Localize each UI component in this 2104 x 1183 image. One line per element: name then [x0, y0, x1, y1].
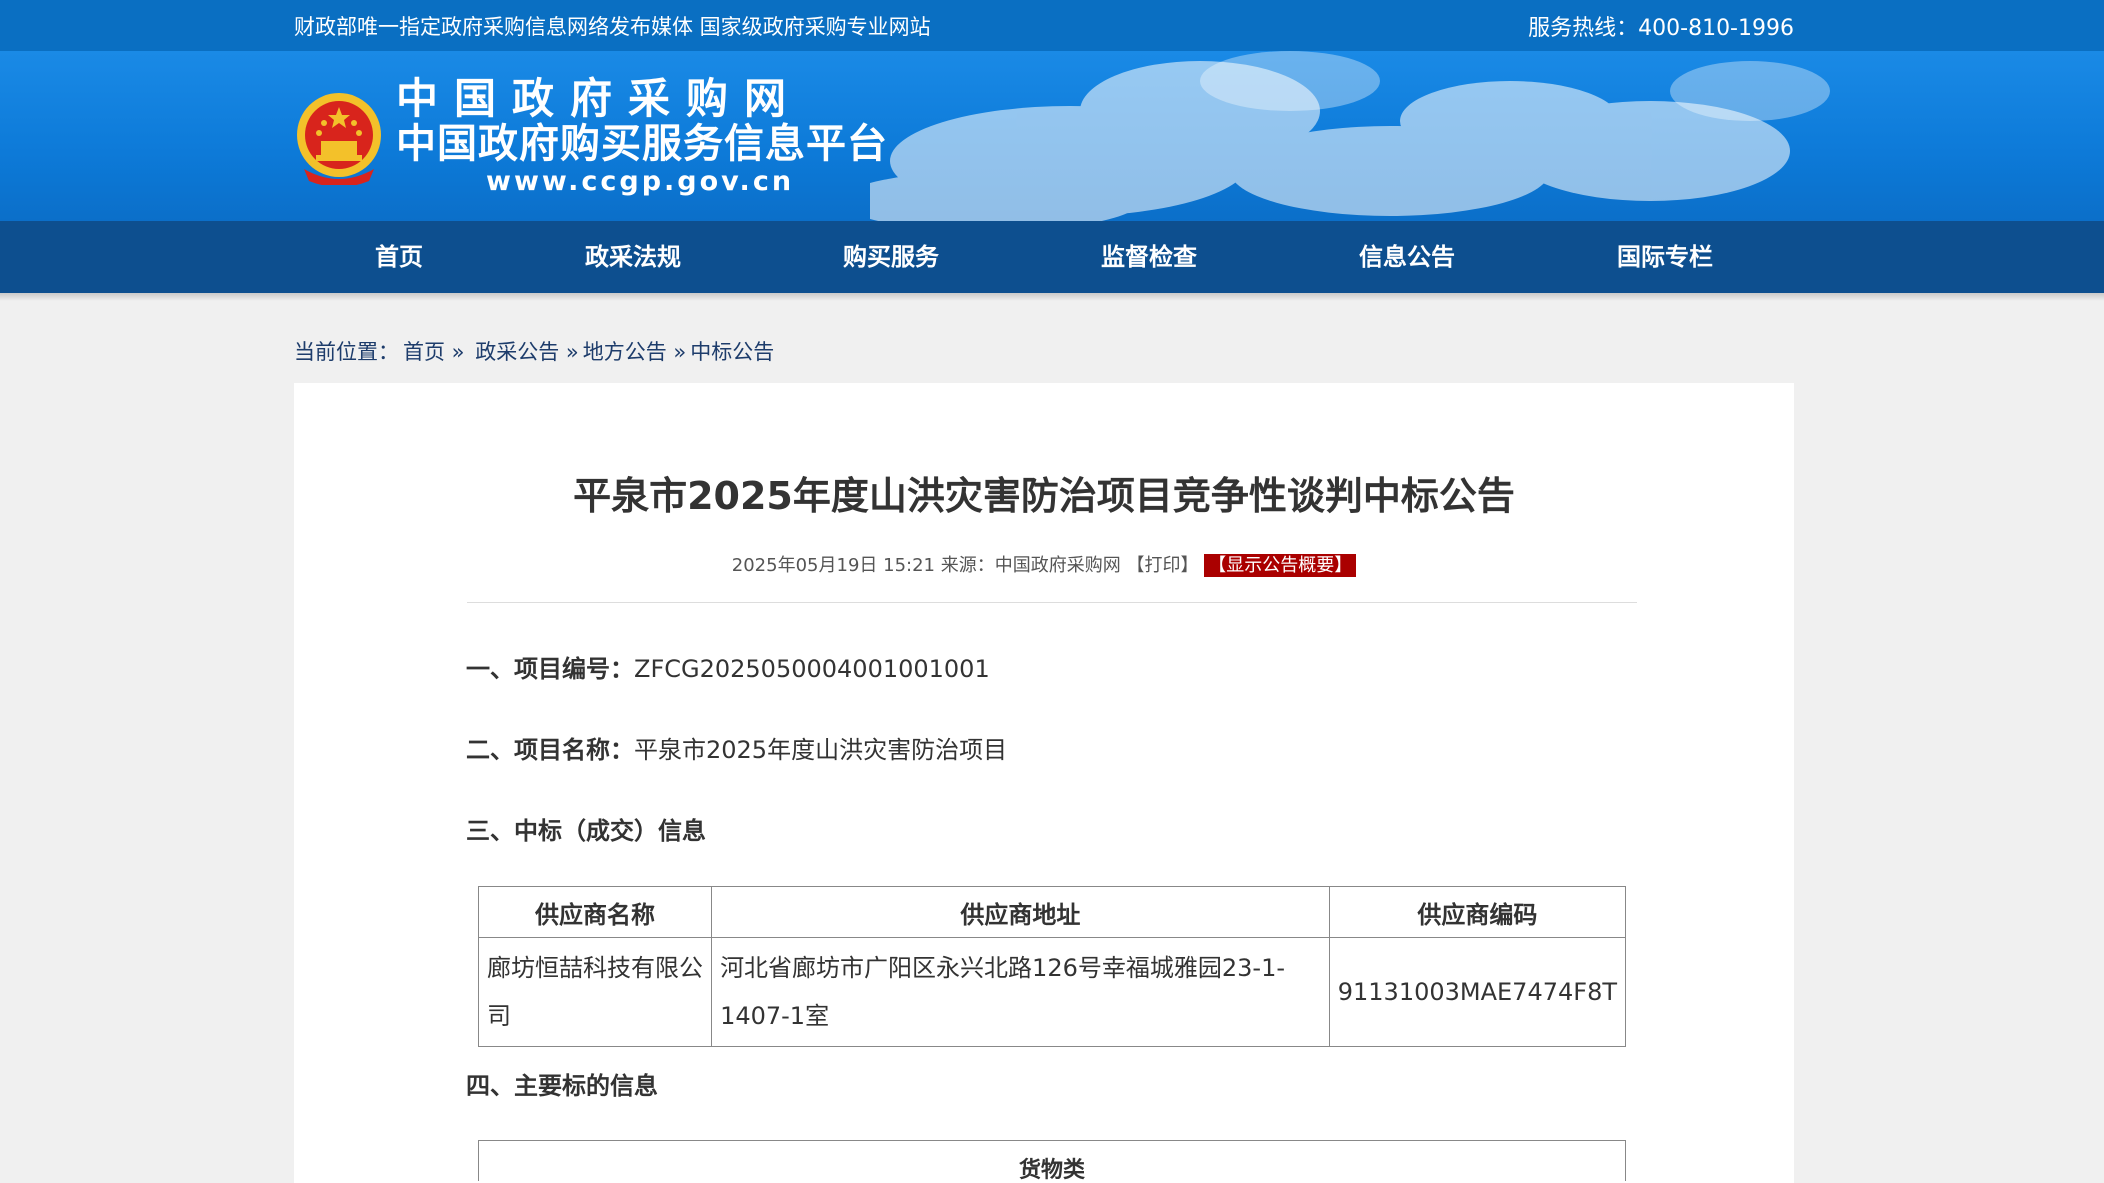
supplier-address: 河北省廊坊市广阳区永兴北路126号幸福城雅园23-1-1407-1室 [711, 937, 1330, 1047]
nav-item-home[interactable]: 首页 [294, 221, 504, 293]
nav-item-announcements[interactable]: 信息公告 [1278, 221, 1536, 293]
nav-item-supervision[interactable]: 监督检查 [1020, 221, 1278, 293]
breadcrumb-prefix: 当前位置： [294, 340, 399, 364]
article-container: 平泉市2025年度山洪灾害防治项目竞争性谈判中标公告 2025年05月19日 1… [294, 383, 1794, 1183]
table-header: 供应商编码 [1328, 886, 1627, 938]
project-number-value: ZFCG2025050004001001001 [634, 655, 990, 683]
service-hotline: 服务热线：400-810-1996 [1528, 15, 1794, 41]
site-slogan: 财政部唯一指定政府采购信息网络发布媒体 国家级政府采购专业网站 [294, 14, 931, 39]
publish-date: 2025年05月19日 15:21 [731, 555, 935, 576]
project-name: 二、项目名称：平泉市2025年度山洪灾害防治项目 [466, 730, 1007, 765]
nav-item-regulations[interactable]: 政采法规 [504, 221, 762, 293]
award-info-heading: 三、中标（成交）信息 [466, 811, 706, 846]
supplier-table: 供应商名称 供应商地址 供应商编码 廊坊恒喆科技有限公司 河北省廊坊市广阳区永兴… [477, 886, 1627, 1047]
table-header: 供应商名称 [477, 886, 713, 938]
site-logo[interactable]: 中国政府采购网 中国政府购买服务信息平台 www.ccgp.gov.cn [294, 76, 888, 198]
site-banner: 中国政府采购网 中国政府购买服务信息平台 www.ccgp.gov.cn [0, 51, 2104, 221]
main-nav: 首页 政采法规 购买服务 监督检查 信息公告 国际专栏 [0, 221, 2104, 293]
divider [467, 602, 1637, 603]
national-emblem-icon [297, 93, 381, 185]
show-summary-button[interactable]: 【显示公告概要】 [1204, 554, 1357, 577]
supplier-name: 廊坊恒喆科技有限公司 [477, 937, 713, 1047]
article-source: 来源：中国政府采购网 [940, 555, 1121, 576]
project-name-label: 二、项目名称： [466, 736, 634, 764]
table-row: 廊坊恒喆科技有限公司 河北省廊坊市广阳区永兴北路126号幸福城雅园23-1-14… [477, 937, 1627, 1047]
logo-title-2: 中国政府购买服务信息平台 [396, 121, 888, 167]
breadcrumb-award-notices[interactable]: 中标公告 [690, 340, 774, 364]
project-number: 一、项目编号：ZFCG2025050004001001001 [466, 649, 990, 684]
table-header: 供应商地址 [711, 886, 1330, 938]
goods-table: 货物类 [478, 1140, 1626, 1181]
breadcrumb-notices[interactable]: 政采公告 » [475, 340, 579, 364]
breadcrumb: 当前位置： 首页 » 政采公告 » 地方公告 » 中标公告 [294, 336, 778, 366]
print-link[interactable]: 【打印】 [1126, 555, 1198, 576]
nav-item-international[interactable]: 国际专栏 [1536, 221, 1794, 293]
project-number-label: 一、项目编号： [466, 655, 634, 683]
logo-url: www.ccgp.gov.cn [486, 166, 795, 197]
nav-item-purchase-services[interactable]: 购买服务 [762, 221, 1020, 293]
award-info-label: 三、中标（成交）信息 [466, 817, 706, 845]
logo-title-1: 中国政府采购网 [396, 74, 803, 123]
cloud-decoration [870, 51, 1830, 221]
supplier-code: 91131003MAE7474F8T [1328, 937, 1627, 1047]
top-bar: 财政部唯一指定政府采购信息网络发布媒体 国家级政府采购专业网站 服务热线：400… [0, 0, 2104, 51]
main-items-label: 四、主要标的信息 [466, 1072, 658, 1100]
breadcrumb-home[interactable]: 首页 » [403, 340, 465, 364]
article-meta: 2025年05月19日 15:21 来源：中国政府采购网 【打印】 【显示公告概… [294, 551, 1794, 577]
page-title: 平泉市2025年度山洪灾害防治项目竞争性谈判中标公告 [573, 474, 1515, 518]
nav-shadow [0, 293, 2104, 301]
project-name-value: 平泉市2025年度山洪灾害防治项目 [634, 736, 1008, 764]
breadcrumb-local-notices[interactable]: 地方公告 » [583, 340, 687, 364]
main-items-heading: 四、主要标的信息 [466, 1066, 658, 1101]
goods-table-header: 货物类 [1018, 1158, 1085, 1181]
